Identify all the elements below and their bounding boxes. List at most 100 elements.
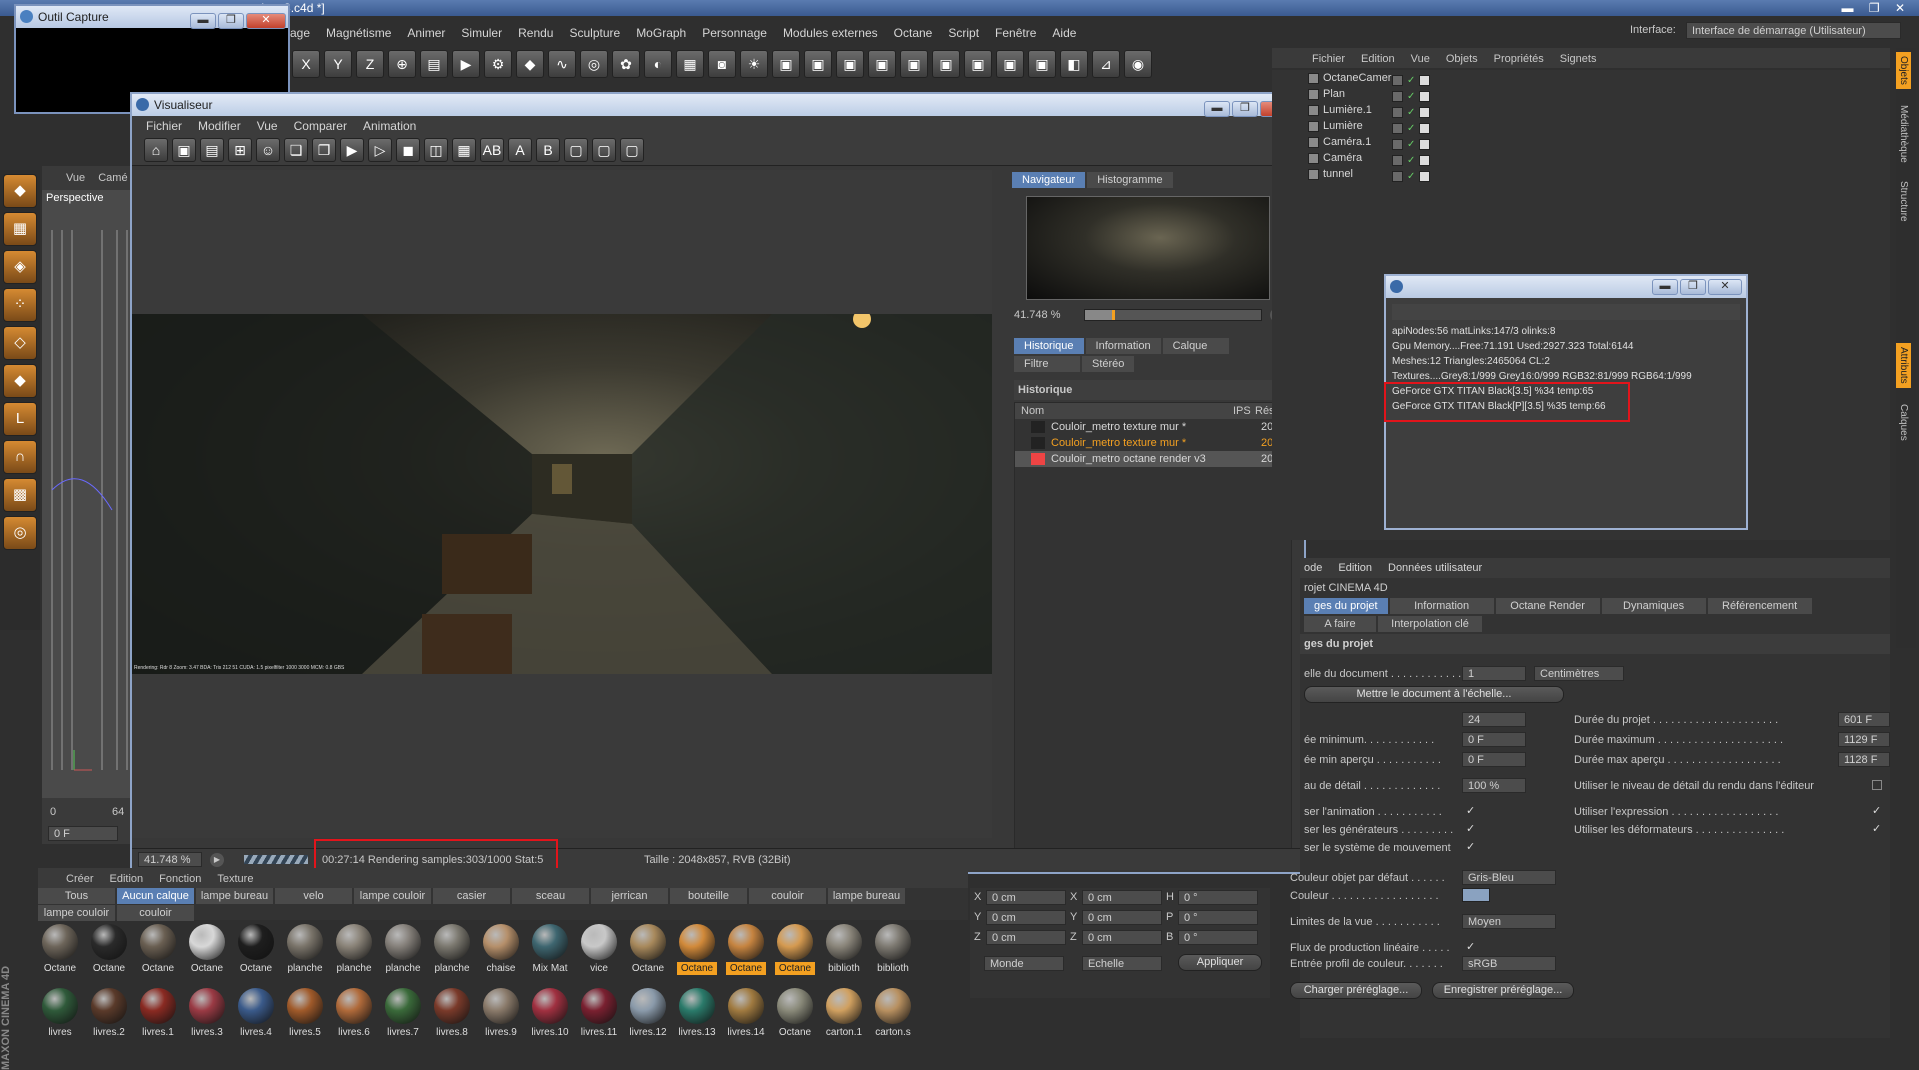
main-menu-item[interactable]: Personnage [702,18,767,48]
preview-max-field[interactable]: 1128 F [1838,752,1890,767]
objects-menu-item[interactable]: Fichier [1312,53,1345,65]
visible-check-icon[interactable]: ✓ [1407,75,1415,86]
render-view-icon[interactable]: ▤ [420,50,448,78]
camera-icon[interactable]: ◙ [708,50,736,78]
material-swatch[interactable]: Octane [775,988,815,1039]
tag-icon[interactable] [1419,170,1431,182]
region-icon[interactable]: ⊞ [228,138,252,162]
material-swatch[interactable]: livres.13 [677,988,717,1039]
render-icon[interactable]: ▶ [340,138,364,162]
b-icon[interactable]: B [536,138,560,162]
info-tab[interactable]: Filtre [1014,356,1080,372]
model-mode-icon[interactable]: ◆ [3,174,37,208]
coords-field[interactable]: 0 cm [986,910,1066,925]
tool-7-icon[interactable]: ▣ [964,50,992,78]
coords-scale-select[interactable]: Echelle [1082,956,1162,971]
material-swatch[interactable]: livres.8 [432,988,472,1039]
points-mode-icon[interactable]: ⁘ [3,288,37,322]
lod-field[interactable]: 100 % [1462,778,1526,793]
coords-world-select[interactable]: Monde [984,956,1064,971]
material-swatch[interactable]: Octane [726,924,766,975]
visible-check-icon[interactable]: ✓ [1407,107,1415,118]
light-icon[interactable]: ☀ [740,50,768,78]
attributes-tab[interactable]: Information [1389,598,1494,614]
material-swatch[interactable]: biblioth [824,924,864,975]
material-swatch[interactable]: livres.6 [334,988,374,1039]
material-swatch[interactable]: livres.4 [236,988,276,1039]
render-settings-icon[interactable]: ⚙ [484,50,512,78]
tool-5-icon[interactable]: ▣ [900,50,928,78]
tool-b-icon[interactable]: ▢ [592,138,616,162]
compare-icon[interactable]: ◫ [424,138,448,162]
render-stop-icon[interactable]: ◼ [396,138,420,162]
render-region-icon[interactable]: ▷ [368,138,392,162]
attributes-menu-item[interactable]: Données utilisateur [1388,558,1482,578]
layer-icon[interactable] [1392,74,1403,86]
deform-checkbox[interactable]: ✓ [1872,824,1882,835]
layer-icon[interactable] [1392,154,1403,166]
user-icon[interactable]: ☺ [256,138,280,162]
gpu-close-button[interactable]: ✕ [1708,279,1742,295]
materials-filter-tab[interactable]: lampe bureau [828,888,905,904]
history-col-ips[interactable]: IPS [1233,403,1251,419]
viewport-menu-camera[interactable]: Camé [98,172,127,184]
material-swatch[interactable]: livres.14 [726,988,766,1039]
ab-icon[interactable]: AB [480,138,504,162]
visible-check-icon[interactable]: ✓ [1407,155,1415,166]
tool-2-icon[interactable]: ▣ [804,50,832,78]
motion-checkbox[interactable]: ✓ [1466,842,1476,853]
materials-filter-tab[interactable]: Aucun calque [117,888,194,904]
main-menu-item[interactable]: Magnétisme [326,18,391,48]
tag-icon[interactable] [1419,138,1431,150]
gpu-minimize-button[interactable]: ▬ [1652,279,1678,295]
materials-menu-item[interactable]: Edition [110,873,144,885]
texture-mode-icon[interactable]: ▦ [3,212,37,246]
visible-check-icon[interactable]: ✓ [1407,171,1415,182]
axis-z-icon[interactable]: Z [356,50,384,78]
soft-select-icon[interactable]: ◎ [3,516,37,550]
render-area[interactable]: Rendering: Rdr 8 Zoom: 3.47 BDA: Tris 21… [132,170,992,838]
material-swatch[interactable]: planche [285,924,325,975]
layer-icon[interactable] [1392,106,1403,118]
info-tab[interactable]: Historique [1014,338,1084,354]
main-menu-item[interactable]: Simuler [461,18,502,48]
material-swatch[interactable]: livres.9 [481,988,521,1039]
fps-field[interactable]: 24 [1462,712,1526,727]
workplane-icon[interactable]: ◈ [3,250,37,284]
materials-filter-tab[interactable]: Tous [38,888,115,904]
anim-checkbox[interactable]: ✓ [1466,806,1476,817]
navigator-tab[interactable]: Navigateur [1012,172,1086,188]
visible-check-icon[interactable]: ✓ [1407,91,1415,102]
object-row[interactable]: OctaneCamera ✓ [1272,70,1890,86]
render-picture-icon[interactable]: ▶ [452,50,480,78]
magnet-icon[interactable]: ∩ [3,440,37,474]
history-col-name[interactable]: Nom [1021,403,1044,419]
grid-icon[interactable]: ▦ [452,138,476,162]
scale-field[interactable]: 1 [1462,666,1526,681]
tag-icon[interactable] [1419,122,1431,134]
main-menu-item[interactable]: MoGraph [636,18,686,48]
attributes-tab[interactable]: Référencement [1707,598,1812,614]
axis-mode-icon[interactable]: L [3,402,37,436]
object-row[interactable]: Caméra ✓ [1272,150,1890,166]
gpu-maximize-button[interactable]: ❐ [1680,279,1706,295]
visible-check-icon[interactable]: ✓ [1407,123,1415,134]
save-icon[interactable]: ▣ [172,138,196,162]
polygons-mode-icon[interactable]: ◆ [3,364,37,398]
axis-x-icon[interactable]: X [292,50,320,78]
a-icon[interactable]: A [508,138,532,162]
material-swatch[interactable]: carton.1 [824,988,864,1039]
film-icon[interactable]: ▤ [200,138,224,162]
coords-field[interactable]: 0 cm [1082,910,1162,925]
material-swatch[interactable]: livres.7 [383,988,423,1039]
materials-filter-tab[interactable]: sceau [512,888,589,904]
color-default-select[interactable]: Gris-Bleu [1462,870,1556,885]
profile-select[interactable]: sRGB [1462,956,1556,971]
history-row[interactable]: Couloir_metro octane render v32048 [1015,451,1291,467]
copy-icon[interactable]: ❏ [284,138,308,162]
mograph-icon[interactable]: ✿ [612,50,640,78]
visible-check-icon[interactable]: ✓ [1407,139,1415,150]
expr-checkbox[interactable]: ✓ [1872,806,1882,817]
material-swatch[interactable]: livres.11 [579,988,619,1039]
max-field[interactable]: 1129 F [1838,732,1890,747]
